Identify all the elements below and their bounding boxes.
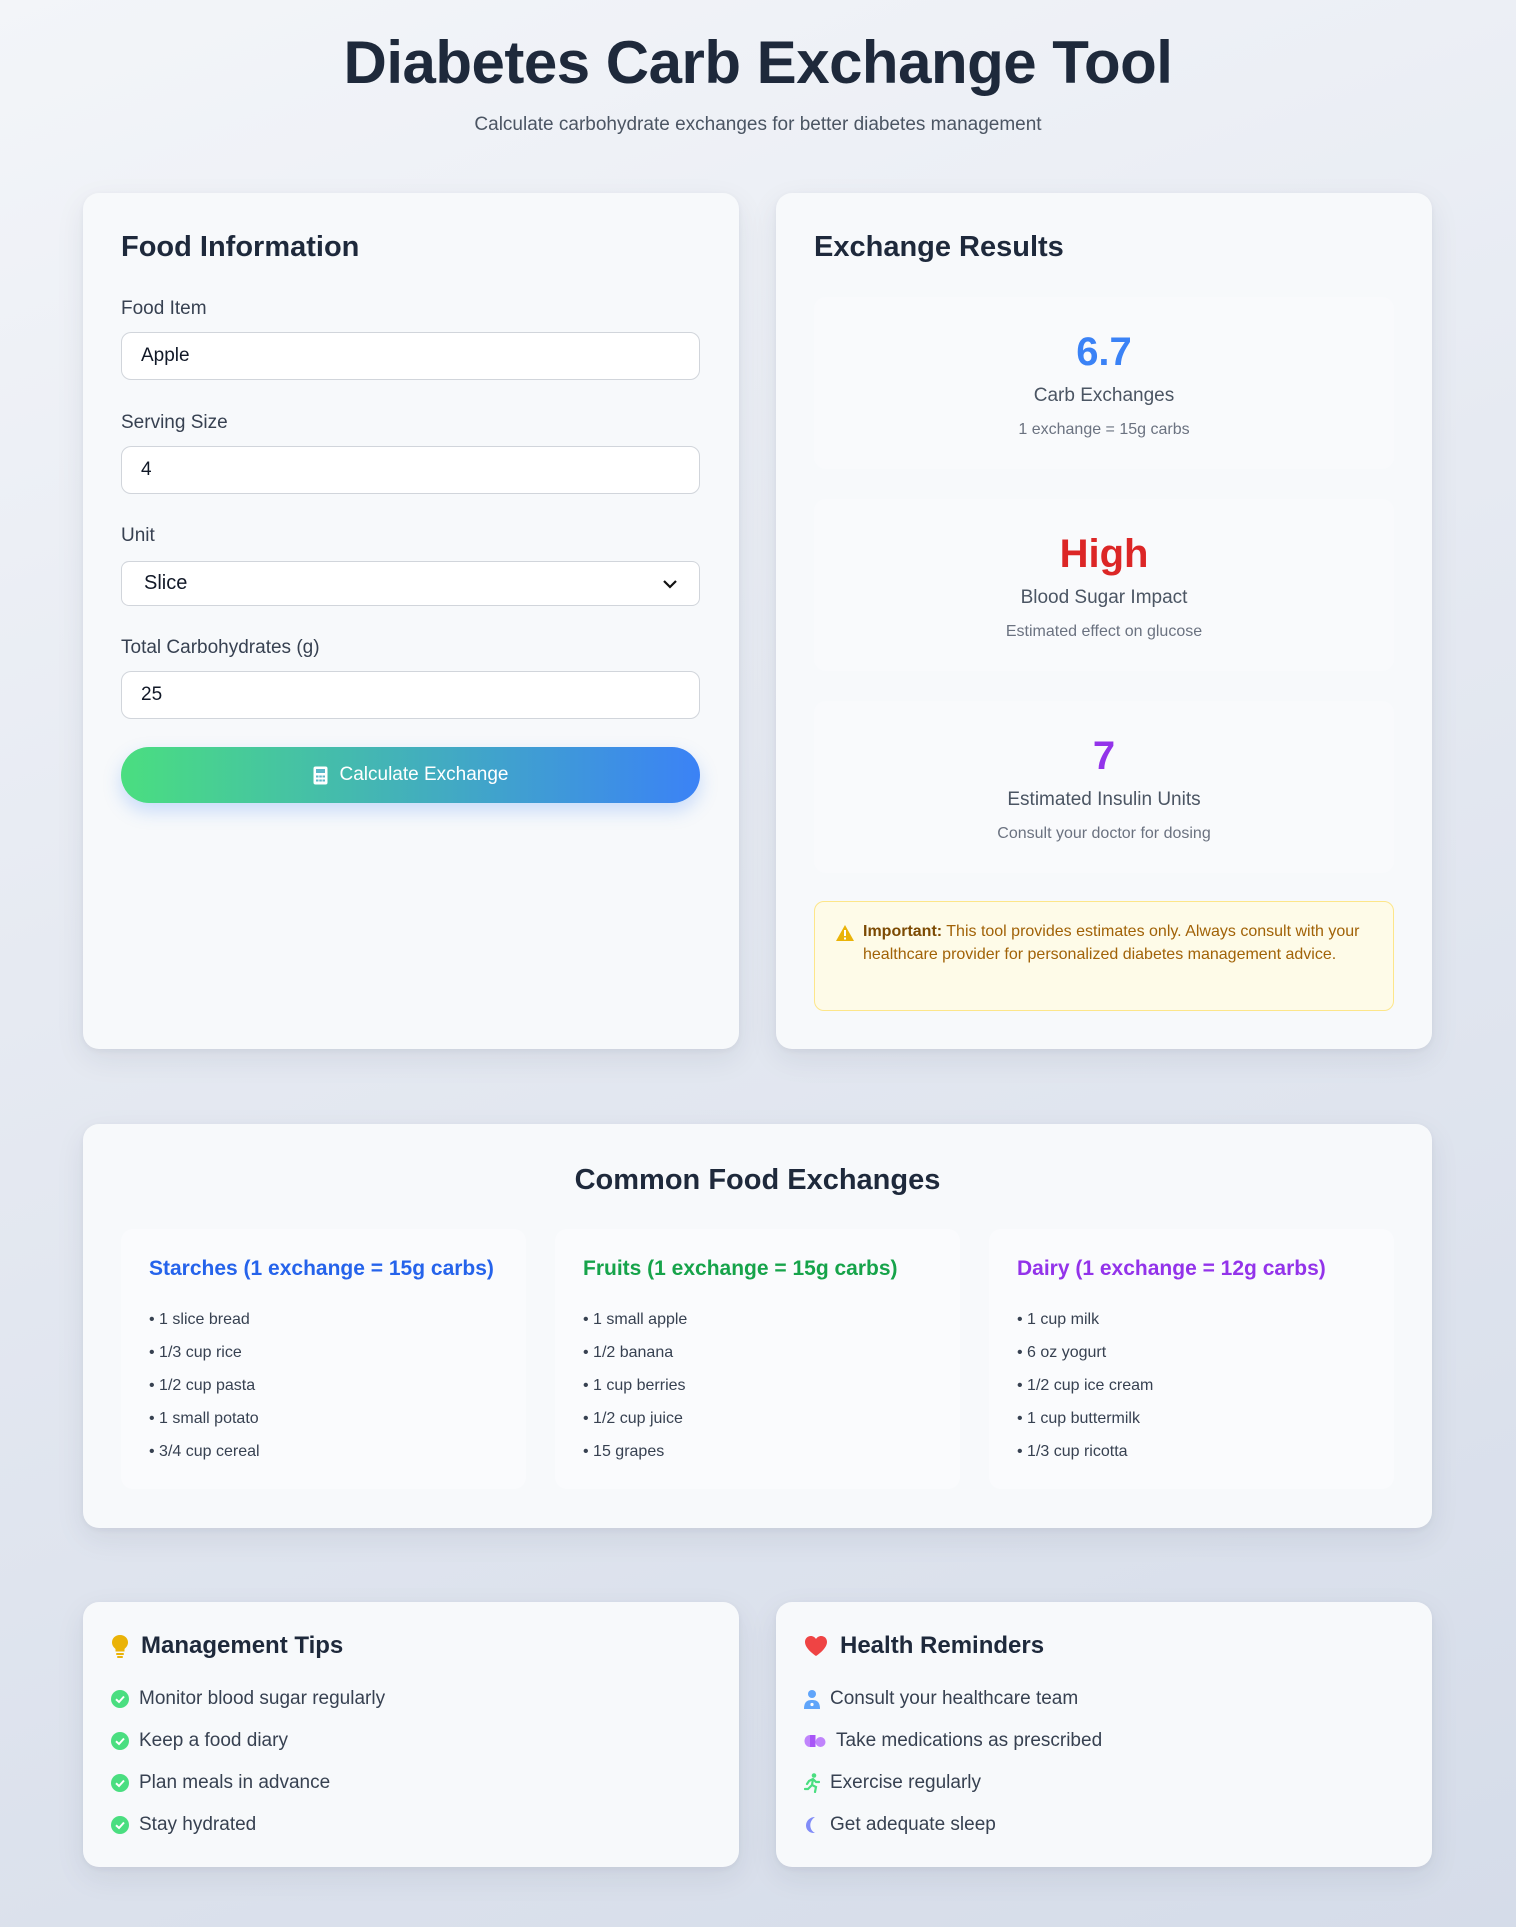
- page-subtitle: Calculate carbohydrate exchanges for bet…: [474, 114, 1042, 135]
- unit-select[interactable]: Slice: [121, 561, 700, 606]
- blood-sugar-impact-box: High Blood Sugar Impact Estimated effect…: [814, 499, 1394, 671]
- tip-text: Monitor blood sugar regularly: [139, 1688, 386, 1709]
- calculator-icon: [313, 766, 327, 784]
- list-item: • 3/4 cup cereal: [149, 1443, 260, 1460]
- food-information-card: Food Information Food Item Apple Serving…: [83, 193, 739, 1049]
- list-item: • 1 small apple: [583, 1311, 688, 1328]
- list-item: • 1 cup berries: [583, 1377, 686, 1394]
- list-item: Take medications as prescribed: [804, 1720, 1404, 1762]
- list-item: • 6 oz yogurt: [1017, 1344, 1107, 1361]
- check-circle-icon: [111, 1774, 129, 1792]
- tip-text: Stay hydrated: [139, 1814, 257, 1835]
- dairy-column: Dairy (1 exchange = 12g carbs) • 1 cup m…: [989, 1229, 1394, 1489]
- total-carbs-value: 25: [141, 684, 163, 705]
- total-carbs-input[interactable]: 25: [121, 671, 700, 719]
- insulin-units-label: Estimated Insulin Units: [1007, 789, 1201, 810]
- management-tips-title: Management Tips: [141, 1632, 344, 1659]
- running-icon: [804, 1773, 820, 1793]
- list-item: Get adequate sleep: [804, 1804, 1404, 1846]
- serving-size-input[interactable]: 4: [121, 446, 700, 494]
- unit-label: Unit: [121, 525, 155, 546]
- calculate-exchange-label: Calculate Exchange: [339, 764, 509, 785]
- serving-size-value: 4: [141, 459, 152, 480]
- important-label: Important:: [863, 923, 943, 940]
- calculate-exchange-button[interactable]: Calculate Exchange: [121, 747, 700, 803]
- food-information-title: Food Information: [121, 231, 360, 263]
- list-item: • 1/2 cup ice cream: [1017, 1377, 1154, 1394]
- list-item: • 1/3 cup rice: [149, 1344, 242, 1361]
- reminder-text: Consult your healthcare team: [830, 1688, 1079, 1709]
- list-item: Consult your healthcare team: [804, 1678, 1404, 1720]
- lightbulb-icon: [112, 1635, 128, 1658]
- carb-exchanges-note: 1 exchange = 15g carbs: [1018, 421, 1190, 438]
- carb-exchanges-value: 6.7: [1076, 330, 1132, 374]
- moon-icon: [806, 1817, 815, 1834]
- common-food-exchanges-title: Common Food Exchanges: [574, 1164, 941, 1196]
- starches-column: Starches (1 exchange = 15g carbs) • 1 sl…: [121, 1229, 526, 1489]
- list-item: • 1/2 cup pasta: [149, 1377, 256, 1394]
- exchange-results-title: Exchange Results: [814, 231, 1064, 263]
- food-item-input[interactable]: Apple: [121, 332, 700, 380]
- page-header: Diabetes Carb Exchange Tool Calculate ca…: [0, 0, 1516, 136]
- important-notice: Important: This tool provides estimates …: [814, 901, 1394, 1011]
- list-item: Plan meals in advance: [111, 1762, 711, 1804]
- blood-sugar-impact-value: High: [1059, 532, 1149, 576]
- insulin-units-note: Consult your doctor for dosing: [997, 825, 1211, 842]
- list-item: • 15 grapes: [583, 1443, 665, 1460]
- list-item: • 1/3 cup ricotta: [1017, 1443, 1128, 1460]
- unit-value: Slice: [144, 572, 188, 594]
- check-circle-icon: [111, 1732, 129, 1750]
- serving-size-label: Serving Size: [121, 412, 228, 433]
- fruits-title: Fruits (1 exchange = 15g carbs): [583, 1257, 898, 1280]
- food-item-label: Food Item: [121, 298, 207, 319]
- pills-icon: [804, 1735, 826, 1747]
- doctor-icon: [804, 1690, 820, 1709]
- warning-icon: [836, 925, 854, 941]
- heart-icon: [805, 1636, 827, 1656]
- management-tips-card: Management Tips Monitor blood sugar regu…: [83, 1602, 739, 1867]
- tip-text: Keep a food diary: [139, 1730, 288, 1751]
- list-item: • 1 small potato: [149, 1410, 259, 1427]
- reminder-text: Exercise regularly: [830, 1772, 981, 1793]
- total-carbs-label: Total Carbohydrates (g): [121, 637, 320, 658]
- reminder-text: Take medications as prescribed: [836, 1730, 1103, 1751]
- health-reminders-card: Health Reminders Consult your healthcare…: [776, 1602, 1432, 1867]
- list-item: • 1 cup buttermilk: [1017, 1410, 1140, 1427]
- carb-exchanges-label: Carb Exchanges: [1033, 385, 1175, 406]
- reminder-text: Get adequate sleep: [830, 1814, 996, 1835]
- list-item: Monitor blood sugar regularly: [111, 1678, 711, 1720]
- insulin-units-value: 7: [1092, 734, 1116, 778]
- fruits-column: Fruits (1 exchange = 15g carbs) • 1 smal…: [555, 1229, 960, 1489]
- exchange-results-card: Exchange Results 6.7 Carb Exchanges 1 ex…: [776, 193, 1432, 1049]
- list-item: Stay hydrated: [111, 1804, 711, 1846]
- insulin-units-box: 7 Estimated Insulin Units Consult your d…: [814, 701, 1394, 873]
- chevron-down-icon: [663, 579, 677, 589]
- check-circle-icon: [111, 1816, 129, 1834]
- list-item: • 1/2 banana: [583, 1344, 674, 1361]
- list-item: • 1/2 cup juice: [583, 1410, 683, 1427]
- blood-sugar-impact-note: Estimated effect on glucose: [1005, 623, 1203, 640]
- list-item: Keep a food diary: [111, 1720, 711, 1762]
- health-reminders-title: Health Reminders: [840, 1632, 1045, 1659]
- blood-sugar-impact-label: Blood Sugar Impact: [1020, 587, 1188, 608]
- dairy-title: Dairy (1 exchange = 12g carbs): [1017, 1257, 1326, 1280]
- page-title: Diabetes Carb Exchange Tool: [343, 29, 1173, 96]
- check-circle-icon: [111, 1690, 129, 1708]
- list-item: Exercise regularly: [804, 1762, 1404, 1804]
- common-food-exchanges-card: Common Food Exchanges Starches (1 exchan…: [83, 1124, 1432, 1528]
- list-item: • 1 slice bread: [149, 1311, 250, 1328]
- list-item: • 1 cup milk: [1017, 1311, 1100, 1328]
- carb-exchanges-box: 6.7 Carb Exchanges 1 exchange = 15g carb…: [814, 297, 1394, 469]
- starches-title: Starches (1 exchange = 15g carbs): [149, 1257, 494, 1280]
- tip-text: Plan meals in advance: [139, 1772, 331, 1793]
- food-item-value: Apple: [141, 345, 190, 366]
